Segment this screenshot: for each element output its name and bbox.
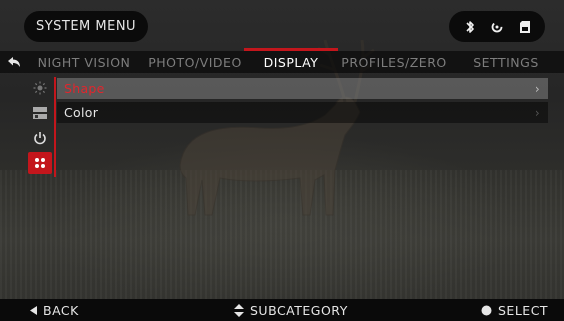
tab-display[interactable]: DISPLAY (244, 48, 338, 73)
menu-item-label: Color (64, 105, 99, 120)
tab-night-vision[interactable]: NIGHT VISION (28, 51, 140, 73)
chevron-right-icon: › (534, 105, 540, 120)
subcategory-column (26, 77, 56, 177)
back-arrow-icon[interactable] (0, 56, 28, 68)
tab-photo-video[interactable]: PHOTO/VIDEO (140, 51, 250, 73)
layout-icon[interactable] (28, 102, 52, 124)
menu-list: Shape › Color › (57, 78, 548, 126)
back-hint[interactable]: BACK (30, 299, 79, 321)
chevron-right-icon: › (534, 81, 540, 96)
tab-profiles-zero[interactable]: PROFILES/ZERO (332, 51, 456, 73)
sd-card-icon (519, 20, 531, 34)
triangle-left-icon (30, 305, 37, 315)
subcategory-hint: SUBCATEGORY (234, 299, 348, 321)
up-down-arrows-icon (234, 303, 244, 317)
circle-button-icon (481, 305, 492, 315)
menu-item-label: Shape (64, 81, 105, 96)
menu-item-color[interactable]: Color › (57, 102, 548, 123)
status-icons (449, 11, 545, 42)
connection-icon (490, 20, 504, 34)
tab-bar: NIGHT VISION PHOTO/VIDEO DISPLAY PROFILE… (0, 48, 564, 73)
tab-settings[interactable]: SETTINGS (456, 51, 556, 73)
subcategory-label: SUBCATEGORY (250, 302, 348, 318)
system-menu-title: SYSTEM MENU (24, 11, 148, 42)
system-menu-label: SYSTEM MENU (35, 19, 137, 34)
menu-item-shape[interactable]: Shape › (57, 78, 548, 99)
select-label: SELECT (498, 302, 549, 318)
power-icon[interactable] (28, 127, 52, 149)
bottom-hint-bar: BACK SUBCATEGORY SELECT (0, 299, 564, 321)
select-hint[interactable]: SELECT (481, 299, 548, 321)
dots-grid-icon[interactable] (28, 152, 52, 174)
bluetooth-icon (464, 20, 476, 34)
brightness-icon[interactable] (28, 77, 52, 99)
back-label: BACK (43, 302, 79, 318)
